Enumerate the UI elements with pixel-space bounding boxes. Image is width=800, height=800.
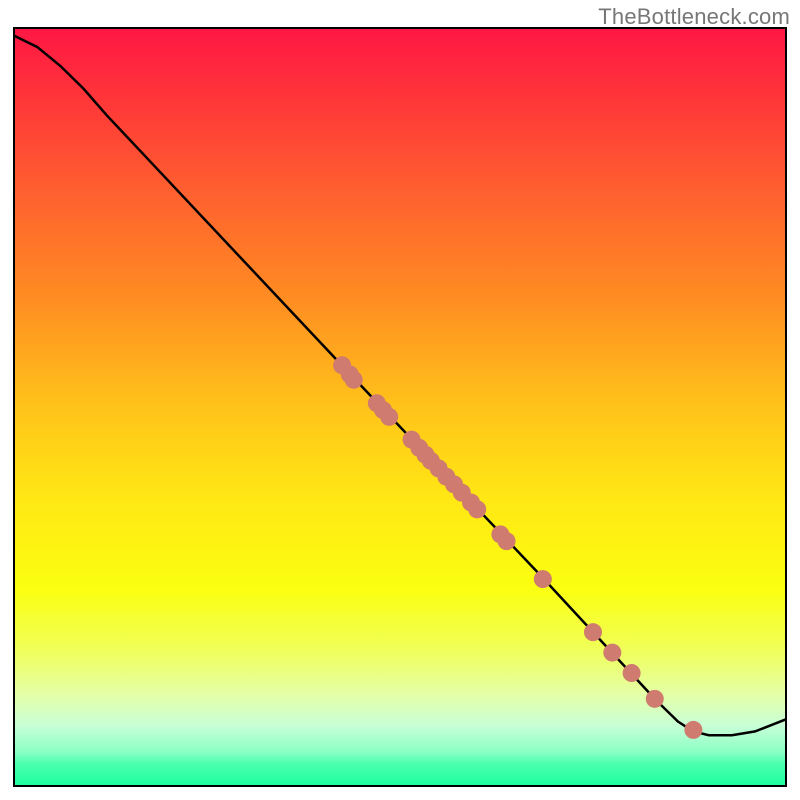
scatter-point bbox=[623, 664, 641, 682]
scatter-point bbox=[345, 371, 363, 389]
scatter-point bbox=[684, 721, 702, 739]
scatter-point bbox=[603, 644, 621, 662]
bottleneck-curve-chart bbox=[0, 0, 800, 800]
scatter-point bbox=[498, 532, 516, 550]
scatter-point bbox=[380, 408, 398, 426]
watermark-label: TheBottleneck.com bbox=[598, 4, 790, 30]
scatter-point bbox=[468, 500, 486, 518]
plot-area bbox=[14, 28, 786, 786]
chart-container: TheBottleneck.com bbox=[0, 0, 800, 800]
scatter-point bbox=[646, 690, 664, 708]
scatter-point bbox=[584, 623, 602, 641]
gradient-background bbox=[14, 28, 786, 786]
scatter-point bbox=[534, 570, 552, 588]
